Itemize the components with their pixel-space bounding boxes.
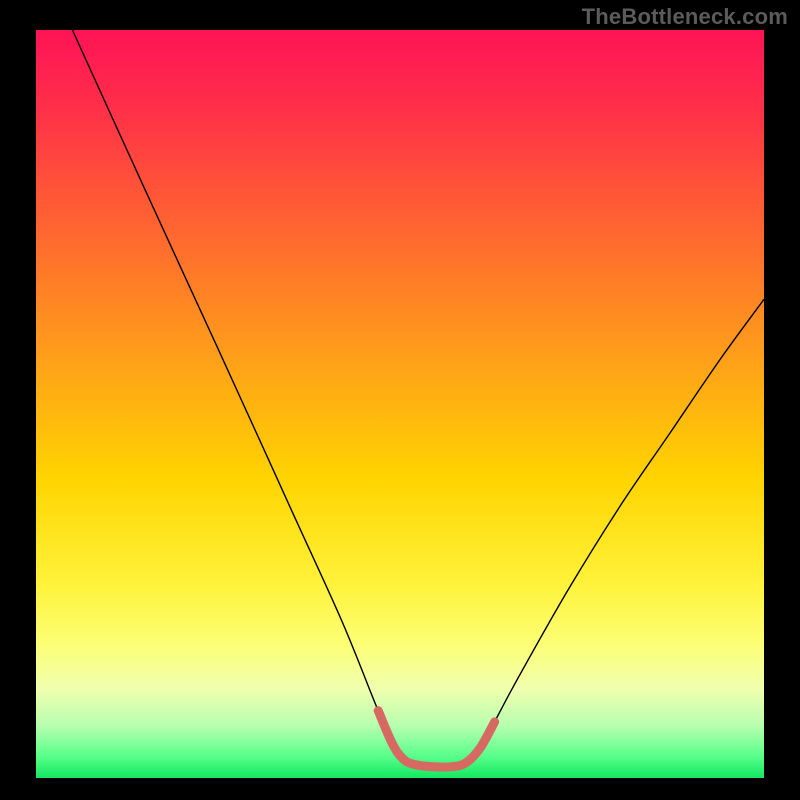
plot-gradient-area <box>36 30 764 778</box>
watermark-text: TheBottleneck.com <box>582 4 788 30</box>
chart-frame: TheBottleneck.com <box>0 0 800 800</box>
